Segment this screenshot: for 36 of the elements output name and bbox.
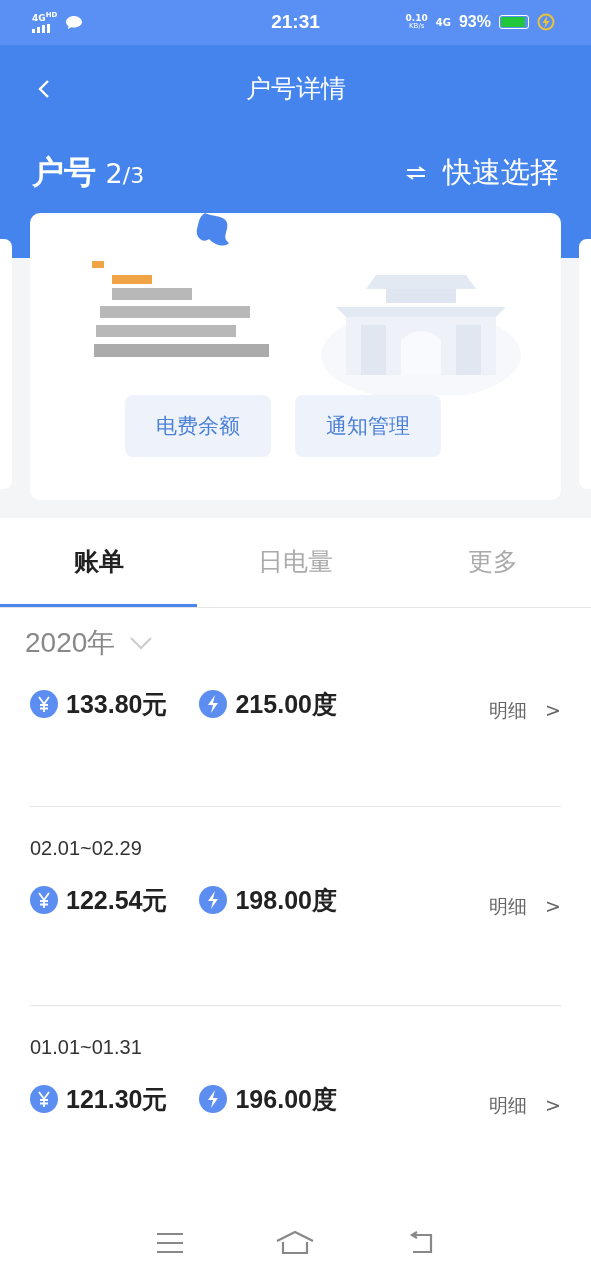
back-icon[interactable] bbox=[37, 77, 51, 100]
yen-icon bbox=[30, 690, 58, 719]
lightning-icon bbox=[199, 690, 228, 719]
detail-link[interactable]: 明细 > bbox=[488, 894, 561, 921]
swap-icon bbox=[405, 163, 427, 182]
battery-percent: 93% bbox=[458, 13, 491, 32]
bill-amount: 121.30元 bbox=[66, 1083, 168, 1115]
page-title: 户号详情 bbox=[245, 73, 346, 106]
network-label: 4G$^{HD}$ bbox=[32, 11, 58, 23]
yen-icon bbox=[30, 886, 58, 915]
power-usage: 198.00度 bbox=[235, 884, 337, 916]
detail-link[interactable]: 明细 > bbox=[488, 698, 561, 725]
lightning-icon bbox=[199, 886, 228, 915]
year-dropdown[interactable]: 2020年 bbox=[0, 608, 179, 663]
clock: 21:31 bbox=[271, 11, 320, 34]
billing-period: 02.01~02.29 bbox=[30, 837, 143, 861]
billing-period: 01.01~01.31 bbox=[30, 1036, 143, 1060]
charging-icon bbox=[537, 13, 555, 32]
quick-select-button[interactable]: 快速选择 bbox=[405, 152, 559, 193]
bill-amount: 133.80元 bbox=[66, 688, 168, 720]
account-number-label: 户号 2/3 bbox=[32, 151, 145, 193]
mobile-data-label: 4G bbox=[435, 16, 451, 28]
battery-icon bbox=[499, 15, 529, 30]
power-usage: 215.00度 bbox=[235, 688, 337, 720]
menu-icon[interactable] bbox=[155, 1231, 184, 1254]
card-action-button[interactable]: 通知管理 bbox=[295, 394, 441, 457]
detail-link[interactable]: 明细 > bbox=[488, 1093, 561, 1120]
card-action-button[interactable]: 电费余额 bbox=[125, 394, 271, 457]
signal-icon bbox=[32, 23, 52, 33]
lightning-icon bbox=[199, 1085, 228, 1114]
power-usage: 196.00度 bbox=[235, 1083, 337, 1115]
message-icon bbox=[65, 14, 84, 30]
chevron-down-icon bbox=[129, 636, 154, 651]
yen-icon bbox=[30, 1085, 58, 1114]
home-icon[interactable] bbox=[275, 1229, 316, 1256]
bill-amount: 122.54元 bbox=[66, 884, 168, 916]
